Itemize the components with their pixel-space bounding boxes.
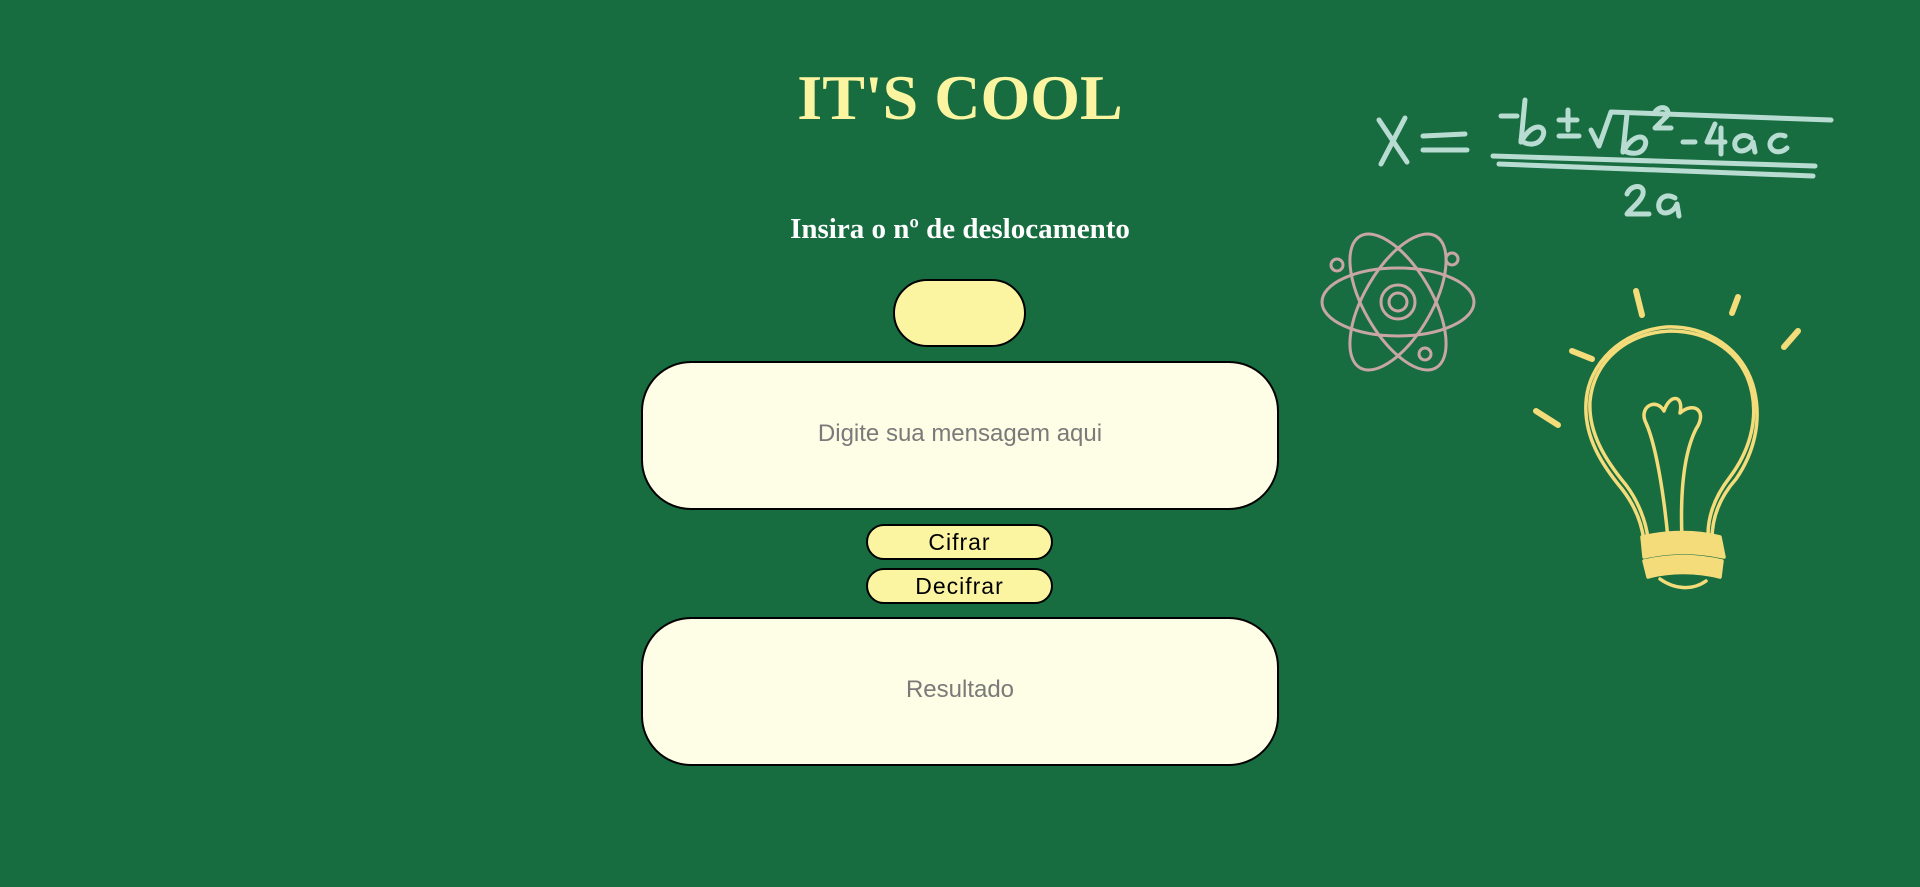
result-output[interactable] (641, 617, 1279, 766)
cipher-page: IT'S COOL Insira o nº de deslocamento Ci… (0, 0, 1920, 887)
lightbulb-icon (1533, 288, 1801, 590)
atom-icon (1320, 232, 1476, 372)
shift-number-input[interactable] (893, 279, 1026, 347)
message-input[interactable] (641, 361, 1279, 510)
encrypt-button[interactable]: Cifrar (866, 524, 1053, 560)
decrypt-button[interactable]: Decifrar (866, 568, 1053, 604)
quadratic-formula-icon (1376, 97, 1834, 219)
